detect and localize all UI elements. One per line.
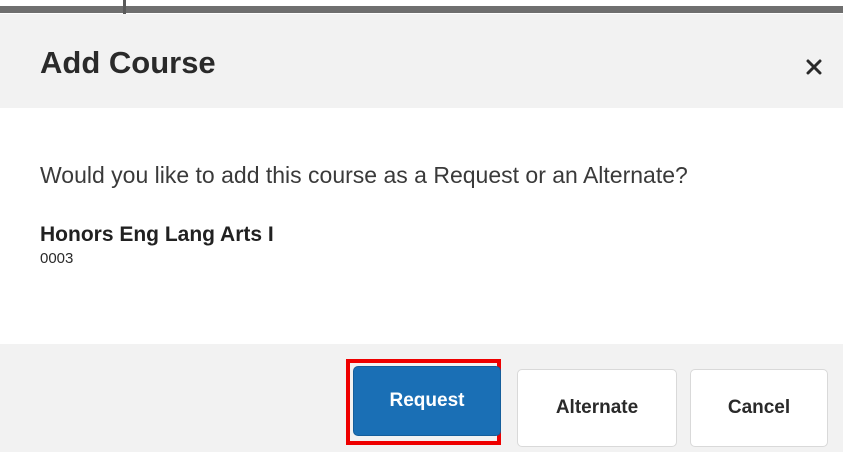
dialog-footer: Request Alternate Cancel	[0, 344, 843, 452]
background-toolbar-edge	[0, 6, 843, 13]
add-course-screen: Add Course Would you like to add this co…	[0, 0, 843, 452]
background-divider	[123, 0, 126, 14]
cancel-button[interactable]: Cancel	[690, 369, 828, 447]
dialog-prompt: Would you like to add this course as a R…	[40, 162, 688, 188]
course-name: Honors Eng Lang Arts I	[40, 223, 274, 246]
dialog-body: Would you like to add this course as a R…	[0, 108, 843, 344]
request-button[interactable]: Request	[353, 366, 501, 436]
alternate-button[interactable]: Alternate	[517, 369, 677, 447]
background-page-strip	[0, 0, 843, 14]
dialog-header: Add Course	[0, 14, 843, 108]
close-button[interactable]	[796, 44, 832, 80]
close-icon	[806, 59, 822, 75]
course-number: 0003	[40, 250, 74, 267]
dialog-title: Add Course	[40, 45, 216, 80]
